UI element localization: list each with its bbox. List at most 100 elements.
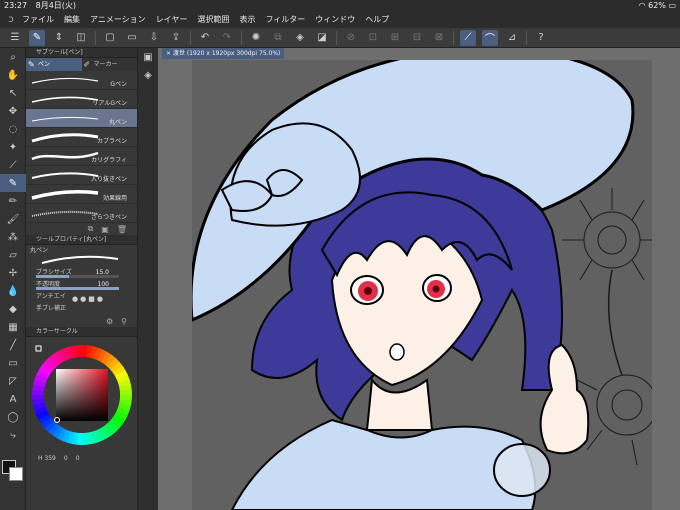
new-subtool-icon[interactable]: ▣ <box>101 225 109 234</box>
deselect-icon[interactable]: ⊘ <box>343 30 359 46</box>
move-layer-tool-icon[interactable]: ✥ <box>0 102 26 120</box>
eyedropper-tool-icon[interactable]: ⟋ <box>0 156 26 174</box>
status-time: 23:27 <box>4 1 28 10</box>
dress <box>230 418 537 510</box>
wifi-icon: ◠ <box>638 1 646 10</box>
menu-view[interactable]: 表示 <box>239 12 255 28</box>
undo-icon[interactable]: ↶ <box>197 30 213 46</box>
share-icon[interactable]: ⇪ <box>168 30 184 46</box>
balloon-tool-icon[interactable]: ◯ <box>0 408 26 426</box>
tool-property-footer: ⚙ ⚲ <box>26 315 137 327</box>
figure-tool-icon[interactable]: ╱ <box>0 336 26 354</box>
transform-icon[interactable]: ◪ <box>314 30 330 46</box>
toolbar-divider <box>453 30 454 45</box>
menu-window[interactable]: ウィンドウ <box>315 12 355 28</box>
shrink-selection-icon[interactable]: ⊠ <box>431 30 447 46</box>
zoom-tool-icon[interactable]: ⌕ <box>0 48 26 66</box>
document-tab[interactable]: × 渡世 (1920 x 1920px 300dpi 75.0%) <box>162 48 285 59</box>
brush-item[interactable]: 丸ペン <box>26 109 137 128</box>
help-icon[interactable]: ? <box>533 30 549 46</box>
clip-studio-logo-icon[interactable]: ↄ <box>0 12 22 28</box>
menu-animation[interactable]: アニメーション <box>90 12 146 28</box>
settings-icon[interactable]: ⚙ <box>106 317 113 326</box>
battery-level: 62% <box>648 1 666 10</box>
close-icon[interactable]: × <box>166 50 173 57</box>
opacity-row[interactable]: 不透明度 100 <box>26 279 137 291</box>
pen-tool-icon[interactable]: ✎ <box>0 174 26 192</box>
menu-layer[interactable]: レイヤー <box>156 12 188 28</box>
brush-item[interactable]: カブラペン <box>26 128 137 147</box>
view-icon[interactable]: ◫ <box>73 30 89 46</box>
color-wheel-area <box>26 337 137 455</box>
tab-marker[interactable]: ✐ マーカー <box>82 58 138 71</box>
eraser-tool-icon[interactable]: ▱ <box>0 246 26 264</box>
crop-icon[interactable]: ⊡ <box>365 30 381 46</box>
stabilization-row[interactable]: 手ブレ補正 <box>26 303 137 315</box>
background-color-swatch[interactable] <box>9 467 23 481</box>
expand-selection-icon[interactable]: ⊟ <box>409 30 425 46</box>
snap-ruler-icon[interactable]: ⟋ <box>460 29 476 46</box>
clear-icon[interactable]: ⧉ <box>270 30 286 46</box>
command-bar: ☰ ✎ ⇕ ◫ ▢ ▭ ⇩ ⇪ ↶ ↷ ✺ ⧉ ◈ ◪ ⊘ ⊡ ⊞ ⊟ ⊠ ⟋ … <box>0 28 680 48</box>
color-wheel[interactable] <box>26 337 138 455</box>
tool-detail-icon[interactable]: ⚲ <box>121 317 127 326</box>
canvas-area: ▣ ◈ × 渡世 (1920 x 1920px 300dpi 75.0%) <box>138 48 680 510</box>
ruler-tool-icon[interactable]: ◸ <box>0 372 26 390</box>
expand-chevron-icon[interactable]: ⇕ <box>51 30 67 46</box>
layers-icon[interactable]: ◈ <box>138 66 158 84</box>
tab-pen[interactable]: ✎ ペン <box>26 58 82 71</box>
delete-subtool-icon[interactable]: 🗑 <box>117 225 127 234</box>
redo-icon[interactable]: ↷ <box>219 30 235 46</box>
brush-item[interactable]: Gペン <box>26 71 137 90</box>
gradient-tool-icon[interactable]: ▦ <box>0 318 26 336</box>
fill-tool-icon[interactable]: ◆ <box>0 300 26 318</box>
left-panel: サブツール[ペン] ✎ ペン ✐ マーカー Gペン リアルGペン 丸ペン カブラペン… <box>26 48 138 510</box>
save-icon[interactable]: ⇩ <box>146 30 162 46</box>
new-file-icon[interactable]: ▢ <box>102 30 118 46</box>
correct-line-tool-icon[interactable]: ⤷ <box>0 426 26 444</box>
subtool-footer: ⧉ ▣ 🗑 <box>26 223 137 235</box>
hand-tool-icon[interactable]: ✋ <box>0 66 26 84</box>
canvas-view-icon[interactable]: ▣ <box>138 48 158 66</box>
snap-special-ruler-icon[interactable]: ⌒ <box>482 29 498 46</box>
menu-hamburger-icon[interactable]: ☰ <box>7 30 23 46</box>
operation-tool-icon[interactable]: ↖ <box>0 84 26 102</box>
snap-grid-icon[interactable]: ⊿ <box>504 30 520 46</box>
airbrush-tool-icon[interactable]: ⁂ <box>0 228 26 246</box>
menu-selection[interactable]: 選択範囲 <box>197 12 229 28</box>
loading-icon[interactable]: ✺ <box>248 30 264 46</box>
brush-label: カブラペン <box>96 138 127 145</box>
stabilization-label: 手ブレ補正 <box>36 305 67 312</box>
lasso-tool-icon[interactable]: ◌ <box>0 120 26 138</box>
opacity-slider[interactable] <box>36 287 119 290</box>
brush-item[interactable]: カリグラフィ <box>26 147 137 166</box>
menu-filter[interactable]: フィルター <box>265 12 305 28</box>
pencil-tool-icon[interactable]: ✏ <box>0 192 26 210</box>
brush-item[interactable]: 効果線用 <box>26 185 137 204</box>
neck <box>365 377 434 431</box>
pen-tool-quick-icon[interactable]: ✎ <box>29 29 45 46</box>
brush-tool-icon[interactable]: 🖌 <box>0 210 26 228</box>
brush-size-slider[interactable] <box>36 275 119 278</box>
artwork-canvas[interactable] <box>192 60 652 510</box>
invert-selection-icon[interactable]: ⊞ <box>387 30 403 46</box>
duplicate-subtool-icon[interactable]: ⧉ <box>88 224 94 234</box>
blend-tool-icon[interactable]: 💧 <box>0 282 26 300</box>
toolbar-divider <box>526 30 527 45</box>
brush-size-row[interactable]: ブラシサイズ 15.0 <box>26 267 137 279</box>
menu-edit[interactable]: 編集 <box>64 12 80 28</box>
color-swatches <box>2 460 24 500</box>
brush-item[interactable]: リアルGペン <box>26 90 137 109</box>
menu-help[interactable]: ヘルプ <box>365 12 389 28</box>
text-tool-icon[interactable]: A <box>0 390 26 408</box>
open-folder-icon[interactable]: ▭ <box>124 30 140 46</box>
antialias-row[interactable]: アンチエイ ●●■● <box>26 291 137 303</box>
brush-label: ざらつきペン <box>90 214 127 221</box>
decoration-tool-icon[interactable]: ✢ <box>0 264 26 282</box>
brush-item[interactable]: ざらつきペン <box>26 204 137 223</box>
menu-file[interactable]: ファイル <box>22 12 54 28</box>
fill-icon[interactable]: ◈ <box>292 30 308 46</box>
brush-item[interactable]: 入り抜きペン <box>26 166 137 185</box>
frame-tool-icon[interactable]: ▭ <box>0 354 26 372</box>
auto-select-tool-icon[interactable]: ✦ <box>0 138 26 156</box>
